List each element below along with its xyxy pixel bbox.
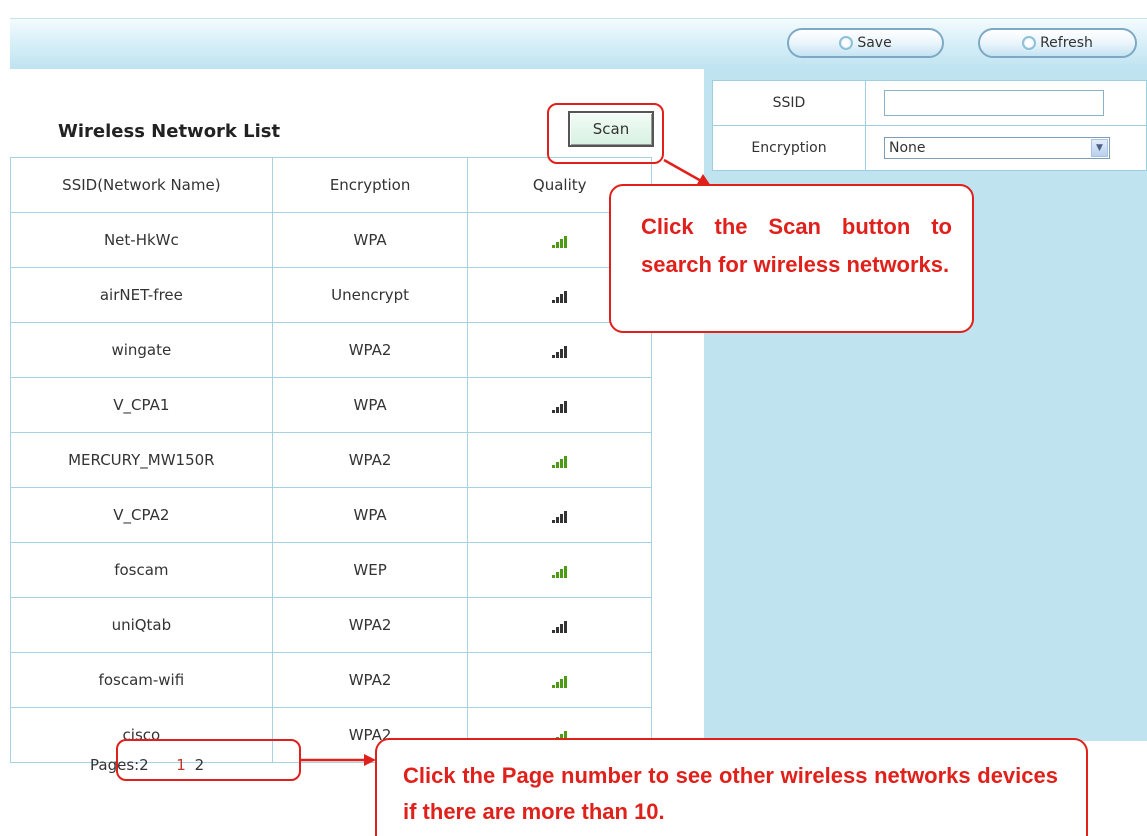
scan-arrow xyxy=(663,158,704,184)
annotation-arrows xyxy=(301,158,711,766)
page-callout-text: Click the Page number to see other wirel… xyxy=(403,763,1058,824)
scan-callout: Click the Scan button to search for wire… xyxy=(609,184,974,333)
page-callout: Click the Page number to see other wirel… xyxy=(375,738,1088,836)
scan-callout-text: Click the Scan button to search for wire… xyxy=(641,214,952,277)
